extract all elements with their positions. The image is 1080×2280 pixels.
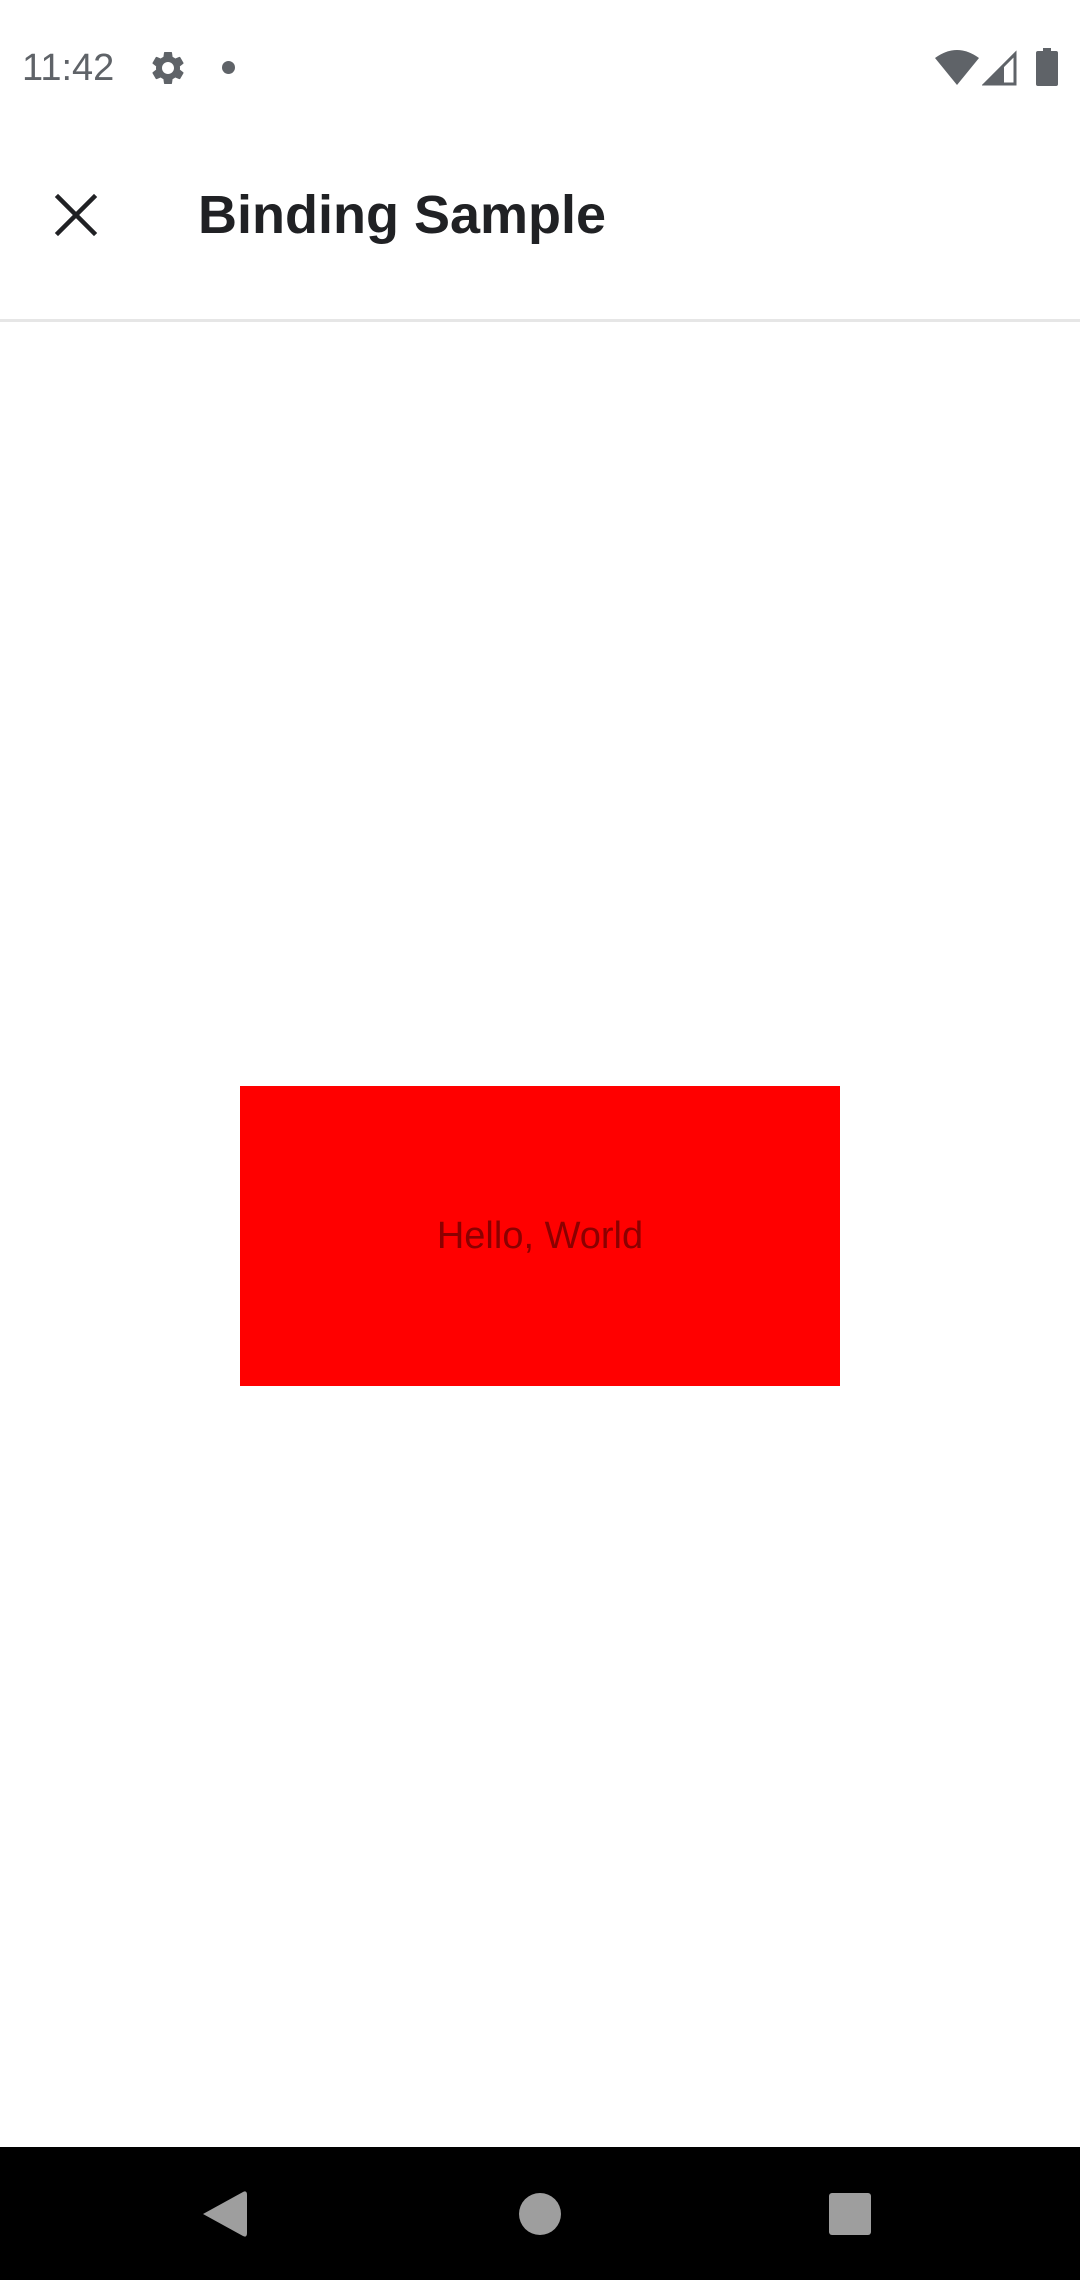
- screen: 11:42 Binding Sample Hello, World: [0, 0, 1080, 2280]
- home-icon[interactable]: [519, 2193, 561, 2235]
- status-time: 11:42: [22, 47, 115, 89]
- content-area: Hello, World: [0, 322, 1080, 2147]
- status-bar: 11:42: [0, 0, 1080, 135]
- navigation-bar: [0, 2147, 1080, 2280]
- close-icon: [54, 193, 98, 237]
- wifi-icon: [935, 50, 979, 85]
- gear-icon: [152, 51, 184, 84]
- battery-icon: [1036, 48, 1058, 86]
- page-title: Binding Sample: [198, 185, 607, 245]
- app-bar: Binding Sample: [0, 135, 1080, 322]
- hello-box: Hello, World: [240, 1086, 840, 1386]
- close-button[interactable]: [36, 175, 116, 255]
- recents-icon[interactable]: [829, 2193, 871, 2235]
- cell-signal-icon: [982, 50, 1017, 86]
- notification-dot-icon: [222, 61, 235, 74]
- back-icon[interactable]: [203, 2189, 249, 2239]
- hello-text: Hello, World: [436, 1214, 644, 1257]
